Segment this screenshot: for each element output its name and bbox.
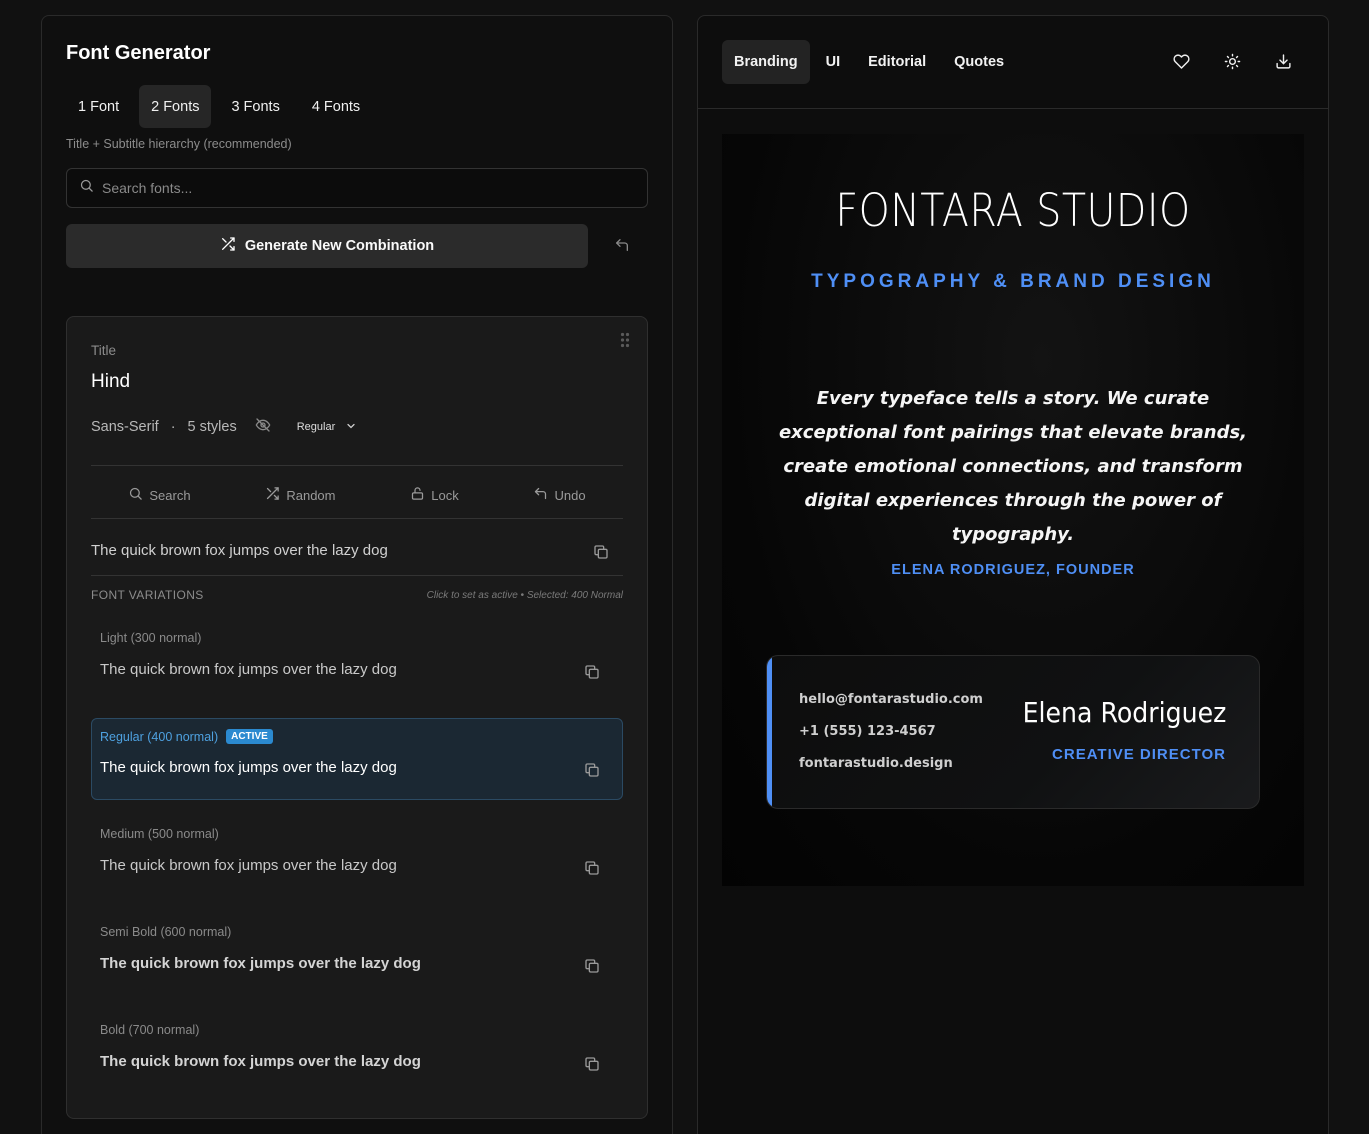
eye-off-icon[interactable] [255, 417, 271, 437]
tab-1-font[interactable]: 1 Font [66, 85, 131, 128]
font-category: Sans-Serif [91, 419, 159, 435]
variations-header: FONT VARIATIONS [91, 588, 204, 602]
title-font-card: Title Hind Sans-Serif · 5 styles Regular… [66, 316, 648, 1119]
lock-action-label: Lock [431, 487, 459, 503]
copy-icon[interactable] [584, 1056, 600, 1077]
variation-label: Bold (700 normal) [100, 1023, 200, 1037]
font-count-tabs: 1 Font 2 Fonts 3 Fonts 4 Fonts [66, 85, 380, 128]
variation-label: Regular (400 normal) ACTIVE [100, 729, 273, 744]
undo-icon[interactable] [614, 237, 630, 258]
random-font-button[interactable]: Random [265, 479, 335, 511]
variation-sample: The quick brown fox jumps over the lazy … [100, 759, 397, 776]
divider [91, 575, 623, 576]
variation-bold[interactable]: Bold (700 normal) The quick brown fox ju… [91, 1012, 623, 1094]
generate-label: Generate New Combination [244, 238, 435, 254]
active-badge: ACTIVE [226, 729, 273, 744]
chevron-down-icon [345, 420, 357, 435]
variation-sample: The quick brown fox jumps over the lazy … [100, 661, 397, 678]
variation-sample: The quick brown fox jumps over the lazy … [100, 857, 397, 874]
drag-handle-icon[interactable] [620, 332, 630, 353]
font-actions: Search Random Lock Undo [91, 479, 623, 511]
preview-toolbar [1173, 53, 1292, 75]
card-person-name: Elena Rodriguez [1022, 696, 1226, 729]
tab-quotes[interactable]: Quotes [942, 40, 1016, 84]
hierarchy-hint: Title + Subtitle hierarchy (recommended) [66, 137, 292, 151]
copy-icon[interactable] [584, 860, 600, 881]
shuffle-icon [220, 236, 236, 256]
variation-label: Light (300 normal) [100, 631, 202, 645]
brand-title: FONTARA STUDIO [835, 184, 1191, 237]
brand-subtitle: TYPOGRAPHY & BRAND DESIGN [811, 271, 1215, 292]
undo-action-label: Undo [554, 487, 586, 503]
tab-ui[interactable]: UI [814, 40, 853, 84]
weight-select-value: Regular [296, 421, 336, 433]
app-title: Font Generator [66, 42, 211, 64]
font-name: Hind [91, 371, 131, 392]
variation-medium[interactable]: Medium (500 normal) The quick brown fox … [91, 816, 623, 898]
lock-font-button[interactable]: Lock [410, 479, 459, 511]
tab-4-fonts[interactable]: 4 Fonts [300, 85, 372, 128]
copy-icon[interactable] [593, 544, 609, 565]
tab-3-fonts[interactable]: 3 Fonts [219, 85, 291, 128]
tab-2-fonts[interactable]: 2 Fonts [139, 85, 212, 128]
generate-combination-button[interactable]: Generate New Combination [66, 224, 588, 268]
search-input[interactable] [102, 180, 622, 196]
search-font-button[interactable]: Search [128, 479, 191, 511]
variation-semi-bold[interactable]: Semi Bold (600 normal) The quick brown f… [91, 914, 623, 996]
branding-preview: FONTARA STUDIO TYPOGRAPHY & BRAND DESIGN… [722, 134, 1304, 886]
download-icon[interactable] [1275, 53, 1292, 75]
quote-author: ELENA RODRIGUEZ, FOUNDER [891, 562, 1135, 578]
card-website: fontarastudio.design [799, 756, 953, 771]
weight-select[interactable]: Regular [297, 420, 358, 435]
variation-sample: The quick brown fox jumps over the lazy … [100, 955, 421, 972]
divider [91, 465, 623, 466]
random-action-label: Random [286, 487, 336, 503]
undo-font-button[interactable]: Undo [533, 479, 586, 511]
card-email: hello@fontarastudio.com [799, 692, 983, 707]
sun-icon[interactable] [1224, 53, 1241, 75]
font-styles-count: 5 styles [187, 419, 237, 435]
meta-separator: · [170, 419, 176, 435]
search-box [66, 168, 648, 208]
heart-icon[interactable] [1173, 53, 1190, 75]
search-icon [128, 486, 143, 504]
copy-icon[interactable] [584, 664, 600, 685]
variation-sample: The quick brown fox jumps over the lazy … [100, 1053, 421, 1070]
copy-icon[interactable] [584, 958, 600, 979]
variation-label-text: Regular (400 normal) [100, 729, 219, 744]
variations-note: Click to set as active • Selected: 400 N… [426, 590, 623, 601]
tab-editorial[interactable]: Editorial [856, 40, 938, 84]
search-action-label: Search [149, 487, 191, 503]
font-meta: Sans-Serif · 5 styles Regular [91, 417, 357, 437]
undo-icon [533, 486, 548, 504]
variation-regular[interactable]: Regular (400 normal) ACTIVE The quick br… [91, 718, 623, 800]
brand-quote: Every typeface tells a story. We curate … [778, 388, 1248, 545]
tab-branding[interactable]: Branding [722, 40, 810, 84]
lock-icon [410, 486, 425, 504]
card-phone: +1 (555) 123-4567 [799, 724, 936, 739]
preview-tabs: Branding UI Editorial Quotes [722, 40, 1020, 84]
card-accent-bar [767, 656, 772, 808]
business-card: hello@fontarastudio.com +1 (555) 123-456… [766, 655, 1260, 809]
font-generator-panel: Font Generator 1 Font 2 Fonts 3 Fonts 4 … [41, 15, 673, 1134]
variation-label: Medium (500 normal) [100, 827, 219, 841]
preview-panel: Branding UI Editorial Quotes FONTARA STU… [697, 15, 1329, 1134]
font-role-label: Title [91, 343, 117, 358]
variation-label: Semi Bold (600 normal) [100, 925, 232, 939]
search-icon [79, 178, 102, 198]
card-person-role: CREATIVE DIRECTOR [1052, 746, 1226, 763]
sample-text: The quick brown fox jumps over the lazy … [91, 542, 388, 559]
divider [698, 108, 1328, 109]
variation-light[interactable]: Light (300 normal) The quick brown fox j… [91, 620, 623, 702]
copy-icon[interactable] [584, 762, 600, 783]
shuffle-icon [265, 486, 280, 504]
divider [91, 518, 623, 519]
